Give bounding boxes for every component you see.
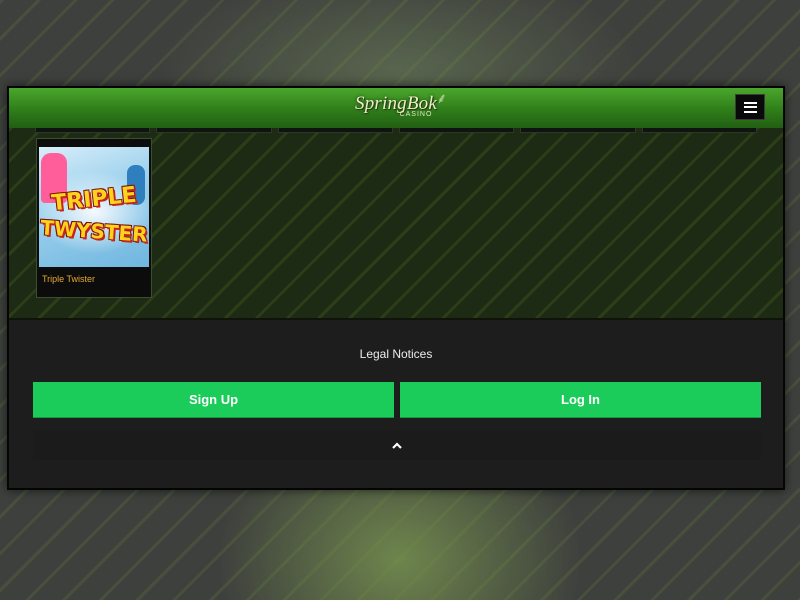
springbok-logo[interactable]: SpringBok ⸙ CASINO xyxy=(355,91,447,118)
category-tab[interactable] xyxy=(35,128,151,133)
category-tab[interactable] xyxy=(277,128,393,133)
header-bar: SpringBok ⸙ CASINO xyxy=(9,88,783,129)
hamburger-menu-icon xyxy=(743,101,757,113)
game-thumbnail[interactable]: TRIPLE TWYSTER xyxy=(39,147,149,267)
footer: Legal Notices Sign Up Log In xyxy=(9,320,783,488)
springbok-icon: ⸙ xyxy=(436,90,448,106)
game-card-triple-twister[interactable]: TRIPLE TWYSTER Triple Twister xyxy=(36,138,152,298)
site-window: SpringBok ⸙ CASINO TRIPLE TWYSTER Triple… xyxy=(7,86,785,490)
games-grid: TRIPLE TWYSTER Triple Twister xyxy=(9,128,783,320)
log-in-button[interactable]: Log In xyxy=(400,382,761,418)
menu-button[interactable] xyxy=(735,94,765,120)
sign-up-button[interactable]: Sign Up xyxy=(33,382,394,418)
category-tab[interactable] xyxy=(520,128,636,133)
category-tab[interactable] xyxy=(156,128,272,133)
category-tab[interactable] xyxy=(641,128,757,133)
scroll-to-top-button[interactable] xyxy=(33,430,761,460)
category-tab[interactable] xyxy=(398,128,515,133)
category-tab-row xyxy=(35,128,757,133)
chevron-up-icon xyxy=(392,441,402,449)
game-title[interactable]: Triple Twister xyxy=(42,274,95,284)
logo-subtext: CASINO xyxy=(399,111,433,118)
legal-notices-link[interactable]: Legal Notices xyxy=(9,347,783,361)
